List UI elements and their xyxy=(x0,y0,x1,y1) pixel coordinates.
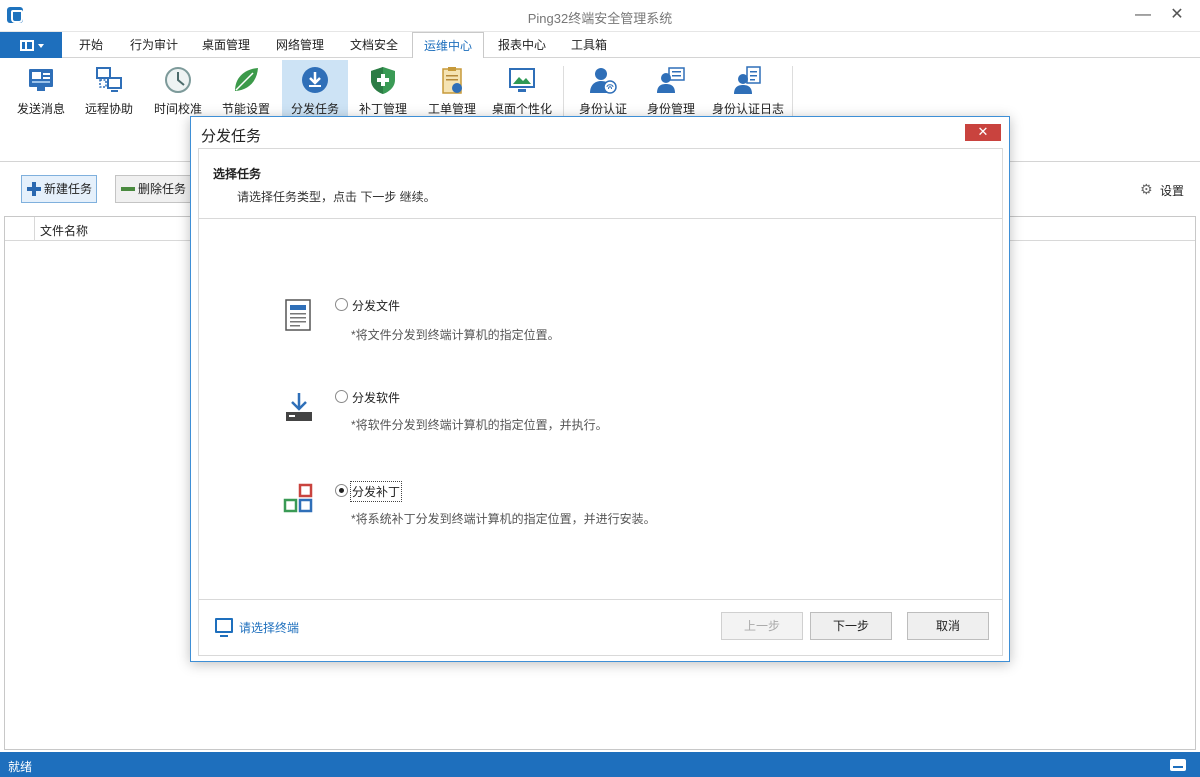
dialog-header: 选择任务 请选择任务类型，点击 下一步 继续。 xyxy=(199,149,1002,219)
distribute-patch-label[interactable]: 分发补丁 xyxy=(349,481,403,502)
delete-task-button[interactable]: 删除任务 xyxy=(115,175,195,203)
step-title: 选择任务 xyxy=(213,167,262,181)
settings-label: 设置 xyxy=(1159,184,1184,198)
tab-start[interactable]: 开始 xyxy=(66,32,116,58)
remote-assist-icon xyxy=(96,67,122,92)
download-circle-icon xyxy=(302,67,328,93)
identity-auth-button[interactable]: 身份认证 xyxy=(572,60,634,118)
dialog-footer: 请选择终端 上一步 下一步 取消 xyxy=(199,599,1002,655)
clipboard-icon xyxy=(442,67,462,94)
distribute-file-radio[interactable] xyxy=(335,298,348,311)
ribbon-label: 远程协助 xyxy=(84,102,133,116)
ribbon-label: 发送消息 xyxy=(16,102,65,116)
ribbon-separator xyxy=(792,66,793,118)
distribute-patch-radio[interactable] xyxy=(335,484,348,497)
distribute-task-dialog: 分发任务 ✕ 选择任务 请选择任务类型，点击 下一步 继续。 分发文件 *将文件… xyxy=(190,116,1010,662)
user-fingerprint-icon xyxy=(590,68,617,94)
send-message-button[interactable]: 发送消息 xyxy=(10,60,72,118)
document-icon xyxy=(285,299,311,331)
monitor-icon xyxy=(509,68,535,92)
close-window-button[interactable]: ✕ xyxy=(1162,4,1192,26)
new-task-label: 新建任务 xyxy=(44,182,93,196)
header-select-cell[interactable] xyxy=(5,217,35,241)
ribbon-label: 桌面个性化 xyxy=(491,102,552,116)
energy-settings-button[interactable]: 节能设置 xyxy=(214,60,278,118)
tray-window-icon[interactable] xyxy=(1170,759,1186,771)
ribbon-label: 节能设置 xyxy=(221,102,270,116)
distribute-file-desc: *将文件分发到终端计算机的指定位置。 xyxy=(351,328,560,342)
send-message-icon xyxy=(29,69,53,91)
status-text: 就绪 xyxy=(8,760,33,774)
next-step-button[interactable]: 下一步 xyxy=(810,612,892,640)
user-log-icon xyxy=(734,66,761,94)
distribute-software-label[interactable]: 分发软件 xyxy=(352,389,400,406)
user-card-icon xyxy=(657,67,685,93)
menu-bar: 开始 行为审计 桌面管理 网络管理 文档安全 运维中心 报表中心 工具箱 xyxy=(0,32,1200,59)
dialog-body: 选择任务 请选择任务类型，点击 下一步 继续。 分发文件 *将文件分发到终端计算… xyxy=(198,148,1003,656)
tab-network-management[interactable]: 网络管理 xyxy=(266,32,334,58)
work-order-button[interactable]: 工单管理 xyxy=(420,60,484,118)
chevron-down-icon xyxy=(38,44,44,48)
app-menu-icon xyxy=(20,40,34,51)
desktop-personalize-button[interactable]: 桌面个性化 xyxy=(488,60,556,118)
dialog-title: 分发任务 xyxy=(201,128,262,145)
delete-task-label: 删除任务 xyxy=(138,182,187,196)
ribbon-label: 身份认证日志 xyxy=(711,102,784,116)
tab-behavior-audit[interactable]: 行为审计 xyxy=(120,32,188,58)
distribute-task-button[interactable]: 分发任务 xyxy=(282,60,348,118)
minimize-button[interactable]: — xyxy=(1128,4,1158,26)
ribbon-label: 补丁管理 xyxy=(358,102,407,116)
software-download-icon xyxy=(286,393,312,421)
ribbon-label: 分发任务 xyxy=(290,102,339,116)
status-bar: 就绪 xyxy=(0,752,1200,777)
identity-auth-log-button[interactable]: 身份认证日志 xyxy=(708,60,788,118)
tab-toolbox[interactable]: 工具箱 xyxy=(560,32,618,58)
identity-management-button[interactable]: 身份管理 xyxy=(640,60,702,118)
settings-button[interactable]: ⚙ 设置 xyxy=(1140,182,1184,199)
title-bar: Ping32终端安全管理系统 — ✕ xyxy=(0,0,1200,32)
step-subtitle: 请选择任务类型，点击 下一步 继续。 xyxy=(237,190,436,204)
ribbon-label: 身份管理 xyxy=(646,102,695,116)
app-menu-button[interactable] xyxy=(0,32,62,58)
dialog-close-button[interactable]: ✕ xyxy=(965,124,1001,141)
window-title: Ping32终端安全管理系统 xyxy=(527,11,673,26)
plus-icon xyxy=(27,182,41,196)
ribbon-label: 时间校准 xyxy=(153,102,202,116)
minus-icon xyxy=(121,187,135,191)
new-task-button[interactable]: 新建任务 xyxy=(21,175,97,203)
select-terminal-label: 请选择终端 xyxy=(239,621,300,635)
distribute-file-label[interactable]: 分发文件 xyxy=(352,297,400,314)
time-calibration-button[interactable]: 时间校准 xyxy=(146,60,210,118)
select-terminal-link[interactable]: 请选择终端 xyxy=(215,618,300,637)
tab-document-security[interactable]: 文档安全 xyxy=(340,32,408,58)
tab-desktop-management[interactable]: 桌面管理 xyxy=(192,32,260,58)
distribute-software-desc: *将软件分发到终端计算机的指定位置，并执行。 xyxy=(351,418,608,432)
tab-ops-center[interactable]: 运维中心 xyxy=(412,32,484,59)
shield-icon xyxy=(371,67,395,94)
distribute-patch-desc: *将系统补丁分发到终端计算机的指定位置，并进行安装。 xyxy=(351,512,656,526)
cancel-button[interactable]: 取消 xyxy=(907,612,989,640)
distribute-software-radio[interactable] xyxy=(335,390,348,403)
patch-blocks-icon xyxy=(283,483,313,513)
ribbon-label: 身份认证 xyxy=(578,102,627,116)
ribbon-label: 工单管理 xyxy=(427,102,476,116)
gear-icon: ⚙ xyxy=(1139,181,1153,197)
tab-report-center[interactable]: 报表中心 xyxy=(488,32,556,58)
remote-assist-button[interactable]: 远程协助 xyxy=(78,60,140,118)
terminal-monitor-icon xyxy=(215,618,233,637)
clock-icon xyxy=(165,67,191,93)
patch-management-button[interactable]: 补丁管理 xyxy=(352,60,414,118)
prev-step-button[interactable]: 上一步 xyxy=(721,612,803,640)
ribbon-separator xyxy=(563,66,564,118)
leaf-icon xyxy=(235,68,258,91)
column-file-name[interactable]: 文件名称 xyxy=(40,222,88,239)
